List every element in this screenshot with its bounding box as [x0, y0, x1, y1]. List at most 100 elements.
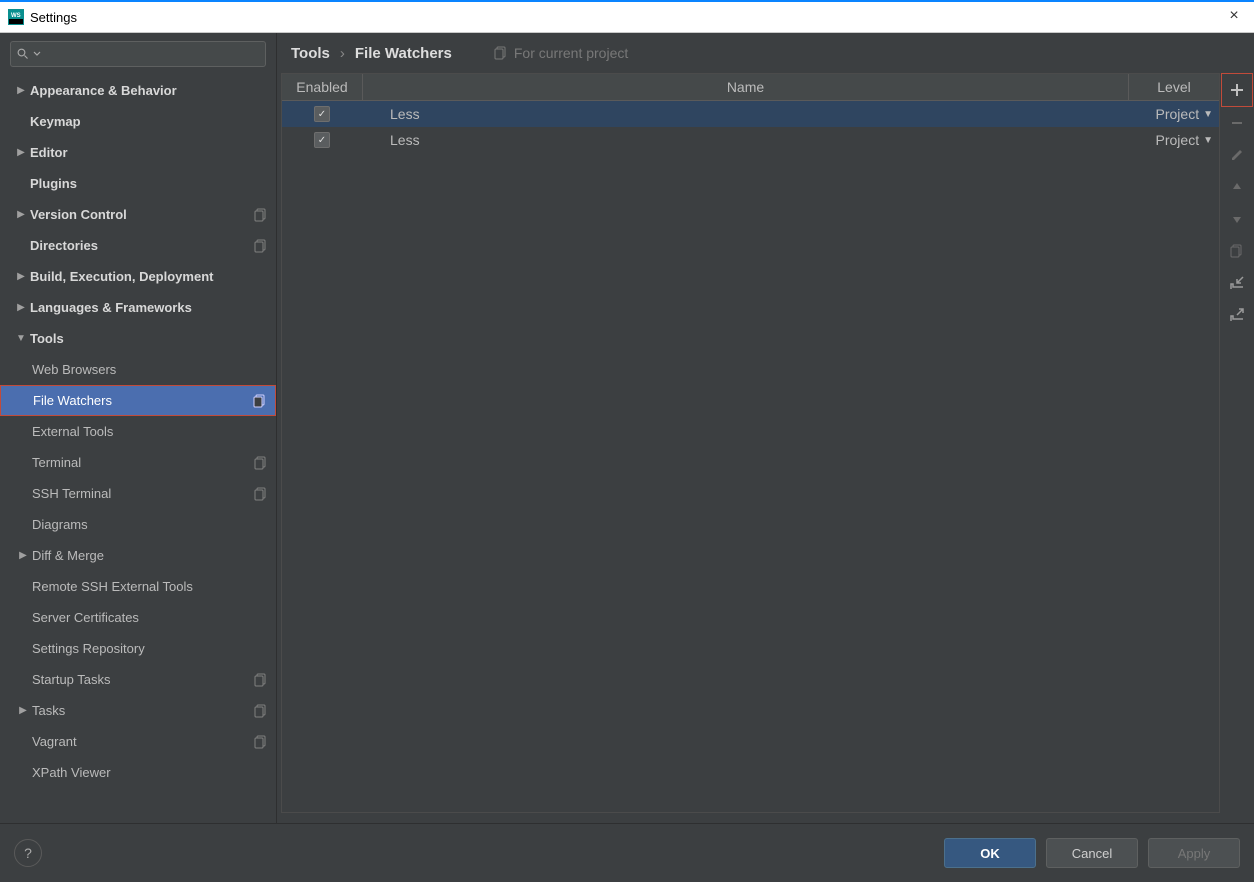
sidebar-item[interactable]: Directories	[0, 230, 276, 261]
tree-arrow-icon: ▶	[12, 209, 30, 220]
sidebar-item[interactable]: ▶Appearance & Behavior	[0, 75, 276, 106]
sidebar-item[interactable]: XPath Viewer	[0, 757, 276, 788]
webstorm-icon: WS	[8, 9, 24, 25]
window-title: Settings	[30, 10, 77, 25]
tree-arrow-icon: ▶	[12, 271, 30, 282]
col-enabled[interactable]: Enabled	[282, 74, 363, 100]
project-scope-icon	[254, 487, 268, 501]
export-button[interactable]	[1222, 299, 1252, 331]
project-scope-icon	[254, 735, 268, 749]
sidebar-item-label: Plugins	[30, 176, 268, 191]
sidebar-item[interactable]: SSH Terminal	[0, 478, 276, 509]
edit-button[interactable]	[1222, 139, 1252, 171]
table-row[interactable]: ✓ LessProject▼	[282, 101, 1219, 127]
sidebar-item[interactable]: External Tools	[0, 416, 276, 447]
tree-arrow-icon: ▶	[12, 85, 30, 96]
breadcrumb: Tools › File Watchers For current projec…	[277, 33, 1254, 73]
watcher-name: Less	[362, 132, 1123, 148]
sidebar-item-label: External Tools	[32, 424, 268, 439]
sidebar-item[interactable]: ▶Editor	[0, 137, 276, 168]
chevron-down-icon: ▼	[1203, 109, 1213, 120]
sidebar-item-label: Keymap	[30, 114, 268, 129]
tree-arrow-icon: ▶	[14, 705, 32, 716]
sidebar-item-label: Appearance & Behavior	[30, 83, 268, 98]
sidebar-item[interactable]: Vagrant	[0, 726, 276, 757]
project-scope-icon	[254, 239, 268, 253]
sidebar-item[interactable]: Plugins	[0, 168, 276, 199]
import-button[interactable]	[1222, 267, 1252, 299]
breadcrumb-root[interactable]: Tools	[291, 45, 330, 62]
settings-tree[interactable]: ▶Appearance & BehaviorKeymap▶EditorPlugi…	[0, 75, 276, 823]
sidebar-item-label: Diff & Merge	[32, 548, 268, 563]
move-down-button[interactable]	[1222, 203, 1252, 235]
sidebar-item[interactable]: Keymap	[0, 106, 276, 137]
sidebar-item-label: Remote SSH External Tools	[32, 579, 268, 594]
cancel-button[interactable]: Cancel	[1046, 838, 1138, 868]
remove-button[interactable]	[1222, 107, 1252, 139]
sidebar-item[interactable]: Remote SSH External Tools	[0, 571, 276, 602]
sidebar-item-label: Directories	[30, 238, 248, 253]
sidebar-item[interactable]: ▶Version Control	[0, 199, 276, 230]
sidebar-item-label: Tools	[30, 331, 268, 346]
sidebar-item-label: Editor	[30, 145, 268, 160]
sidebar-item[interactable]: Web Browsers	[0, 354, 276, 385]
sidebar-item[interactable]: File Watchers	[0, 385, 276, 416]
svg-text:WS: WS	[11, 13, 21, 19]
project-scope-icon	[254, 456, 268, 470]
tree-arrow-icon: ▶	[12, 302, 30, 313]
watcher-name: Less	[362, 106, 1123, 122]
arrow-up-icon	[1231, 181, 1243, 193]
sidebar-item[interactable]: Terminal	[0, 447, 276, 478]
sidebar-item-label: Web Browsers	[32, 362, 268, 377]
breadcrumb-current: File Watchers	[355, 45, 452, 62]
sidebar-item-label: Startup Tasks	[32, 672, 248, 687]
tree-arrow-icon: ▶	[14, 550, 32, 561]
sidebar-item-label: Vagrant	[32, 734, 248, 749]
enabled-checkbox[interactable]: ✓	[314, 106, 330, 122]
watcher-level[interactable]: Project▼	[1123, 106, 1219, 122]
help-button[interactable]: ?	[14, 839, 42, 867]
chevron-down-icon	[33, 50, 41, 58]
project-scope-icon	[254, 673, 268, 687]
sidebar-item[interactable]: ▶Languages & Frameworks	[0, 292, 276, 323]
col-name[interactable]: Name	[363, 74, 1129, 100]
watcher-level[interactable]: Project▼	[1123, 132, 1219, 148]
search-input[interactable]	[10, 41, 266, 67]
plus-icon	[1230, 83, 1244, 97]
copy-button[interactable]	[1222, 235, 1252, 267]
pencil-icon	[1230, 148, 1244, 162]
copy-icon	[494, 46, 508, 60]
sidebar-item-label: Languages & Frameworks	[30, 300, 268, 315]
apply-button[interactable]: Apply	[1148, 838, 1240, 868]
enabled-checkbox[interactable]: ✓	[314, 132, 330, 148]
col-level[interactable]: Level	[1129, 74, 1219, 100]
sidebar-item-label: Tasks	[32, 703, 248, 718]
import-icon	[1230, 276, 1244, 290]
search-icon	[17, 48, 29, 60]
table-header: Enabled Name Level	[282, 74, 1219, 101]
sidebar-item[interactable]: ▶Diff & Merge	[0, 540, 276, 571]
settings-main: Tools › File Watchers For current projec…	[277, 33, 1254, 823]
sidebar-item-label: SSH Terminal	[32, 486, 248, 501]
ok-button[interactable]: OK	[944, 838, 1036, 868]
move-up-button[interactable]	[1222, 171, 1252, 203]
project-scope-icon	[254, 704, 268, 718]
tree-arrow-icon: ▶	[12, 147, 30, 158]
sidebar-item[interactable]: Startup Tasks	[0, 664, 276, 695]
project-scope-icon	[253, 394, 267, 408]
sidebar-item-label: Diagrams	[32, 517, 268, 532]
table-row[interactable]: ✓ LessProject▼	[282, 127, 1219, 153]
minus-icon	[1230, 116, 1244, 130]
sidebar-item-label: Terminal	[32, 455, 248, 470]
add-button[interactable]	[1221, 73, 1253, 107]
sidebar-item[interactable]: Server Certificates	[0, 602, 276, 633]
window-close-button[interactable]: ×	[1224, 6, 1244, 26]
arrow-down-icon	[1231, 213, 1243, 225]
sidebar-item[interactable]: ▶Tasks	[0, 695, 276, 726]
sidebar-item[interactable]: ▼Tools	[0, 323, 276, 354]
sidebar-item[interactable]: ▶Build, Execution, Deployment	[0, 261, 276, 292]
sidebar-item[interactable]: Diagrams	[0, 509, 276, 540]
chevron-right-icon: ›	[340, 45, 345, 62]
sidebar-item[interactable]: Settings Repository	[0, 633, 276, 664]
sidebar-item-label: Settings Repository	[32, 641, 268, 656]
